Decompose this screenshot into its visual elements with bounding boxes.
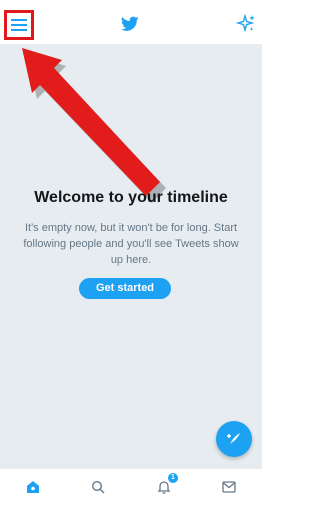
mail-icon	[222, 481, 236, 493]
twitter-bird-icon	[121, 16, 139, 31]
timeline-subtitle: It's empty now, but it won't be for long…	[23, 222, 239, 266]
tab-search[interactable]	[90, 479, 106, 495]
get-started-button[interactable]: Get started	[79, 278, 171, 299]
tab-messages[interactable]	[221, 479, 237, 495]
compose-tweet-button[interactable]	[216, 421, 252, 457]
search-icon	[91, 480, 105, 494]
compose-tweet-icon	[227, 433, 240, 444]
timeline-area: Welcome to your timeline It's empty now,…	[0, 45, 262, 468]
top-bar	[0, 0, 262, 45]
bottom-tab-bar: 1	[0, 468, 262, 508]
bell-icon	[157, 481, 171, 494]
hamburger-menu-icon	[11, 19, 27, 31]
timeline-title: Welcome to your timeline	[34, 189, 228, 206]
tab-notifications[interactable]: 1	[156, 473, 178, 495]
menu-button[interactable]	[4, 10, 34, 40]
sparkle-icon[interactable]	[236, 14, 256, 34]
notification-badge: 1	[168, 473, 178, 483]
home-icon	[27, 481, 39, 493]
tab-home[interactable]	[25, 479, 41, 495]
